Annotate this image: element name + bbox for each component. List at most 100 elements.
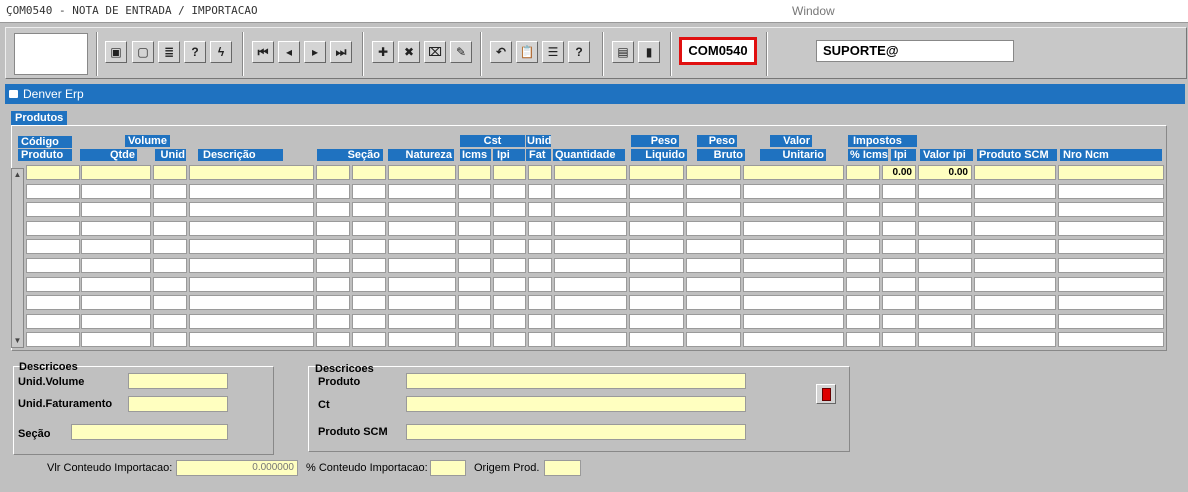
pct-conteudo-field[interactable] [430, 460, 466, 476]
cell-valor-ipi[interactable] [918, 220, 972, 236]
cell-produto-scm[interactable] [974, 313, 1056, 329]
cell-peso-liquido[interactable] [629, 258, 684, 273]
cell-ipi[interactable] [493, 202, 526, 218]
cell-ipi[interactable] [493, 239, 526, 255]
cell-secao-2[interactable] [352, 258, 386, 273]
cell-nro-ncm[interactable] [1058, 313, 1164, 329]
cell-valor-unitario[interactable] [743, 258, 844, 273]
cell-peso-liquido[interactable] [629, 239, 684, 255]
cell-codigo[interactable] [26, 183, 80, 199]
cell-valor-unitario[interactable] [743, 313, 844, 329]
list-values-button[interactable]: ☰ [542, 41, 564, 63]
cell-valor-unitario[interactable] [743, 220, 844, 236]
cell-valor-unitario[interactable] [743, 276, 844, 292]
delete-record-button[interactable]: ✖ [398, 41, 420, 63]
cell-qtde[interactable] [81, 220, 151, 236]
cell-ipi-imposto[interactable] [882, 220, 916, 236]
screen-button[interactable]: ▢ [132, 41, 154, 63]
query-help-button[interactable]: ? [184, 41, 206, 63]
cell-peso-liquido[interactable] [629, 313, 684, 329]
cell-icms[interactable] [458, 276, 491, 292]
cell-pct-icms[interactable] [846, 276, 880, 292]
cell-unid[interactable] [153, 165, 187, 180]
cell-valor-ipi[interactable] [918, 332, 972, 348]
cell-icms[interactable] [458, 165, 491, 180]
cell-descricao[interactable] [189, 313, 314, 329]
cell-ipi-imposto[interactable] [882, 332, 916, 348]
cell-pct-icms[interactable] [846, 165, 880, 180]
cell-ipi[interactable] [493, 258, 526, 273]
cell-ipi-imposto[interactable] [882, 202, 916, 218]
cell-natureza[interactable] [388, 239, 456, 255]
cell-ipi-imposto[interactable] [882, 295, 916, 311]
cell-unid[interactable] [153, 258, 187, 273]
cell-valor-ipi[interactable] [918, 183, 972, 199]
cell-unid[interactable] [153, 332, 187, 348]
cell-peso-bruto[interactable] [686, 165, 741, 180]
cell-unid[interactable] [153, 220, 187, 236]
cell-quantidade[interactable] [554, 239, 627, 255]
cell-secao-1[interactable] [316, 313, 350, 329]
cell-natureza[interactable] [388, 202, 456, 218]
save-button[interactable]: ▣ [105, 41, 127, 63]
execute-query-button[interactable]: ϟ [210, 41, 232, 63]
cell-nro-ncm[interactable] [1058, 183, 1164, 199]
cell-qtde[interactable] [81, 258, 151, 273]
cell-valor-unitario[interactable] [743, 239, 844, 255]
clear-record-button[interactable]: ⌧ [424, 41, 446, 63]
scroll-up-icon[interactable]: ▲ [13, 169, 22, 181]
cell-natureza[interactable] [388, 313, 456, 329]
cell-quantidade[interactable] [554, 295, 627, 311]
cell-unid-fat[interactable] [528, 258, 552, 273]
cell-unid-fat[interactable] [528, 202, 552, 218]
cell-codigo[interactable] [26, 332, 80, 348]
cell-unid-fat[interactable] [528, 239, 552, 255]
cell-descricao[interactable] [189, 183, 314, 199]
cell-peso-bruto[interactable] [686, 258, 741, 273]
cell-unid-fat[interactable] [528, 332, 552, 348]
cell-valor-ipi[interactable] [918, 202, 972, 218]
cell-unid-fat[interactable] [528, 295, 552, 311]
cell-icms[interactable] [458, 202, 491, 218]
cell-valor-unitario[interactable] [743, 332, 844, 348]
cell-secao-2[interactable] [352, 202, 386, 218]
cell-pct-icms[interactable] [846, 202, 880, 218]
cell-valor-ipi[interactable] [918, 239, 972, 255]
cell-unid-fat[interactable] [528, 183, 552, 199]
cell-icms[interactable] [458, 220, 491, 236]
cell-unid[interactable] [153, 313, 187, 329]
cell-ipi[interactable] [493, 332, 526, 348]
cell-ipi-imposto[interactable] [882, 239, 916, 255]
grid-scrollbar[interactable]: ▲ ▼ [11, 168, 24, 348]
cell-peso-bruto[interactable] [686, 202, 741, 218]
cell-quantidade[interactable] [554, 313, 627, 329]
cell-valor-ipi[interactable] [918, 295, 972, 311]
cell-descricao[interactable] [189, 239, 314, 255]
cell-qtde[interactable] [81, 276, 151, 292]
cell-qtde[interactable] [81, 313, 151, 329]
cell-qtde[interactable] [81, 183, 151, 199]
cell-quantidade[interactable] [554, 202, 627, 218]
cell-produto-scm[interactable] [974, 239, 1056, 255]
cell-unid[interactable] [153, 183, 187, 199]
cell-produto-scm[interactable] [974, 183, 1056, 199]
secao-field[interactable] [71, 424, 228, 440]
cell-codigo[interactable] [26, 220, 80, 236]
cell-unid-fat[interactable] [528, 220, 552, 236]
cell-nro-ncm[interactable] [1058, 295, 1164, 311]
cell-unid-fat[interactable] [528, 165, 552, 180]
undo-button[interactable]: ↶ [490, 41, 512, 63]
clipboard-button[interactable]: 📋 [516, 41, 538, 63]
cell-qtde[interactable] [81, 165, 151, 180]
cell-peso-bruto[interactable] [686, 295, 741, 311]
cell-natureza[interactable] [388, 258, 456, 273]
window-menu[interactable]: Window [792, 4, 835, 18]
unid-volume-field[interactable] [128, 373, 228, 389]
cell-ipi[interactable] [493, 183, 526, 199]
cell-peso-liquido[interactable] [629, 276, 684, 292]
cell-icms[interactable] [458, 183, 491, 199]
cell-codigo[interactable] [26, 313, 80, 329]
cell-qtde[interactable] [81, 202, 151, 218]
cell-codigo[interactable] [26, 239, 80, 255]
cell-ipi[interactable] [493, 220, 526, 236]
